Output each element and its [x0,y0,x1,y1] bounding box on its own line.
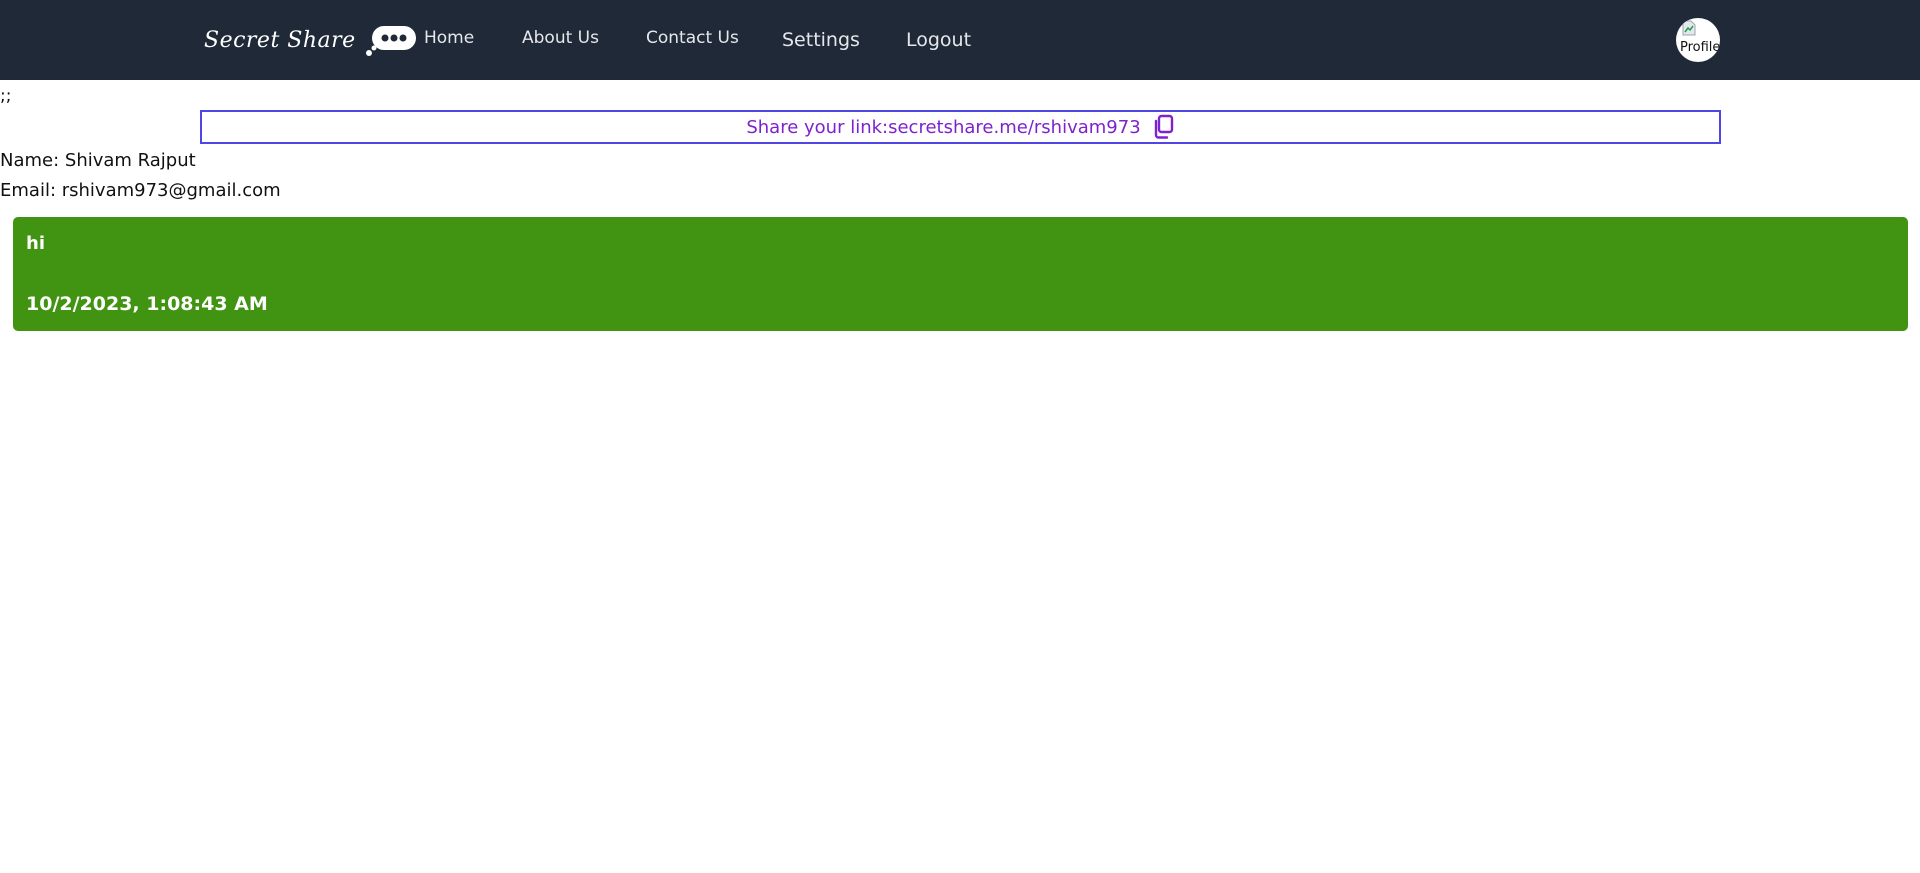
brand-logo[interactable]: Secret Share [204,20,418,60]
message-text: hi [26,233,45,254]
profile-avatar[interactable]: Profile [1676,18,1720,62]
share-link[interactable]: secretshare.me/rshivam973 [888,117,1141,138]
stray-text: ;; [0,86,12,106]
share-label: Share your link: [746,116,889,138]
nav-home[interactable]: Home [424,28,474,48]
user-email: Email: rshivam973@gmail.com [0,180,281,201]
nav-about-us[interactable]: About Us [522,28,599,48]
message-timestamp: 10/2/2023, 1:08:43 AM [26,293,268,315]
navbar: Secret Share Home About Us Contact Us Se… [0,0,1920,80]
nav-contact-us[interactable]: Contact Us [646,28,739,48]
chat-bubble-icon [365,23,418,57]
brand-name: Secret Share [204,27,356,53]
copy-icon[interactable] [1151,114,1175,140]
share-link-box: Share your link: secretshare.me/rshivam97… [200,110,1721,144]
profile-alt-text: Profile [1680,40,1720,55]
nav-logout[interactable]: Logout [906,29,971,51]
broken-image-icon [1682,20,1696,36]
nav-settings[interactable]: Settings [782,29,860,51]
user-name: Name: Shivam Rajput [0,150,196,171]
message-card: hi 10/2/2023, 1:08:43 AM [13,217,1908,331]
